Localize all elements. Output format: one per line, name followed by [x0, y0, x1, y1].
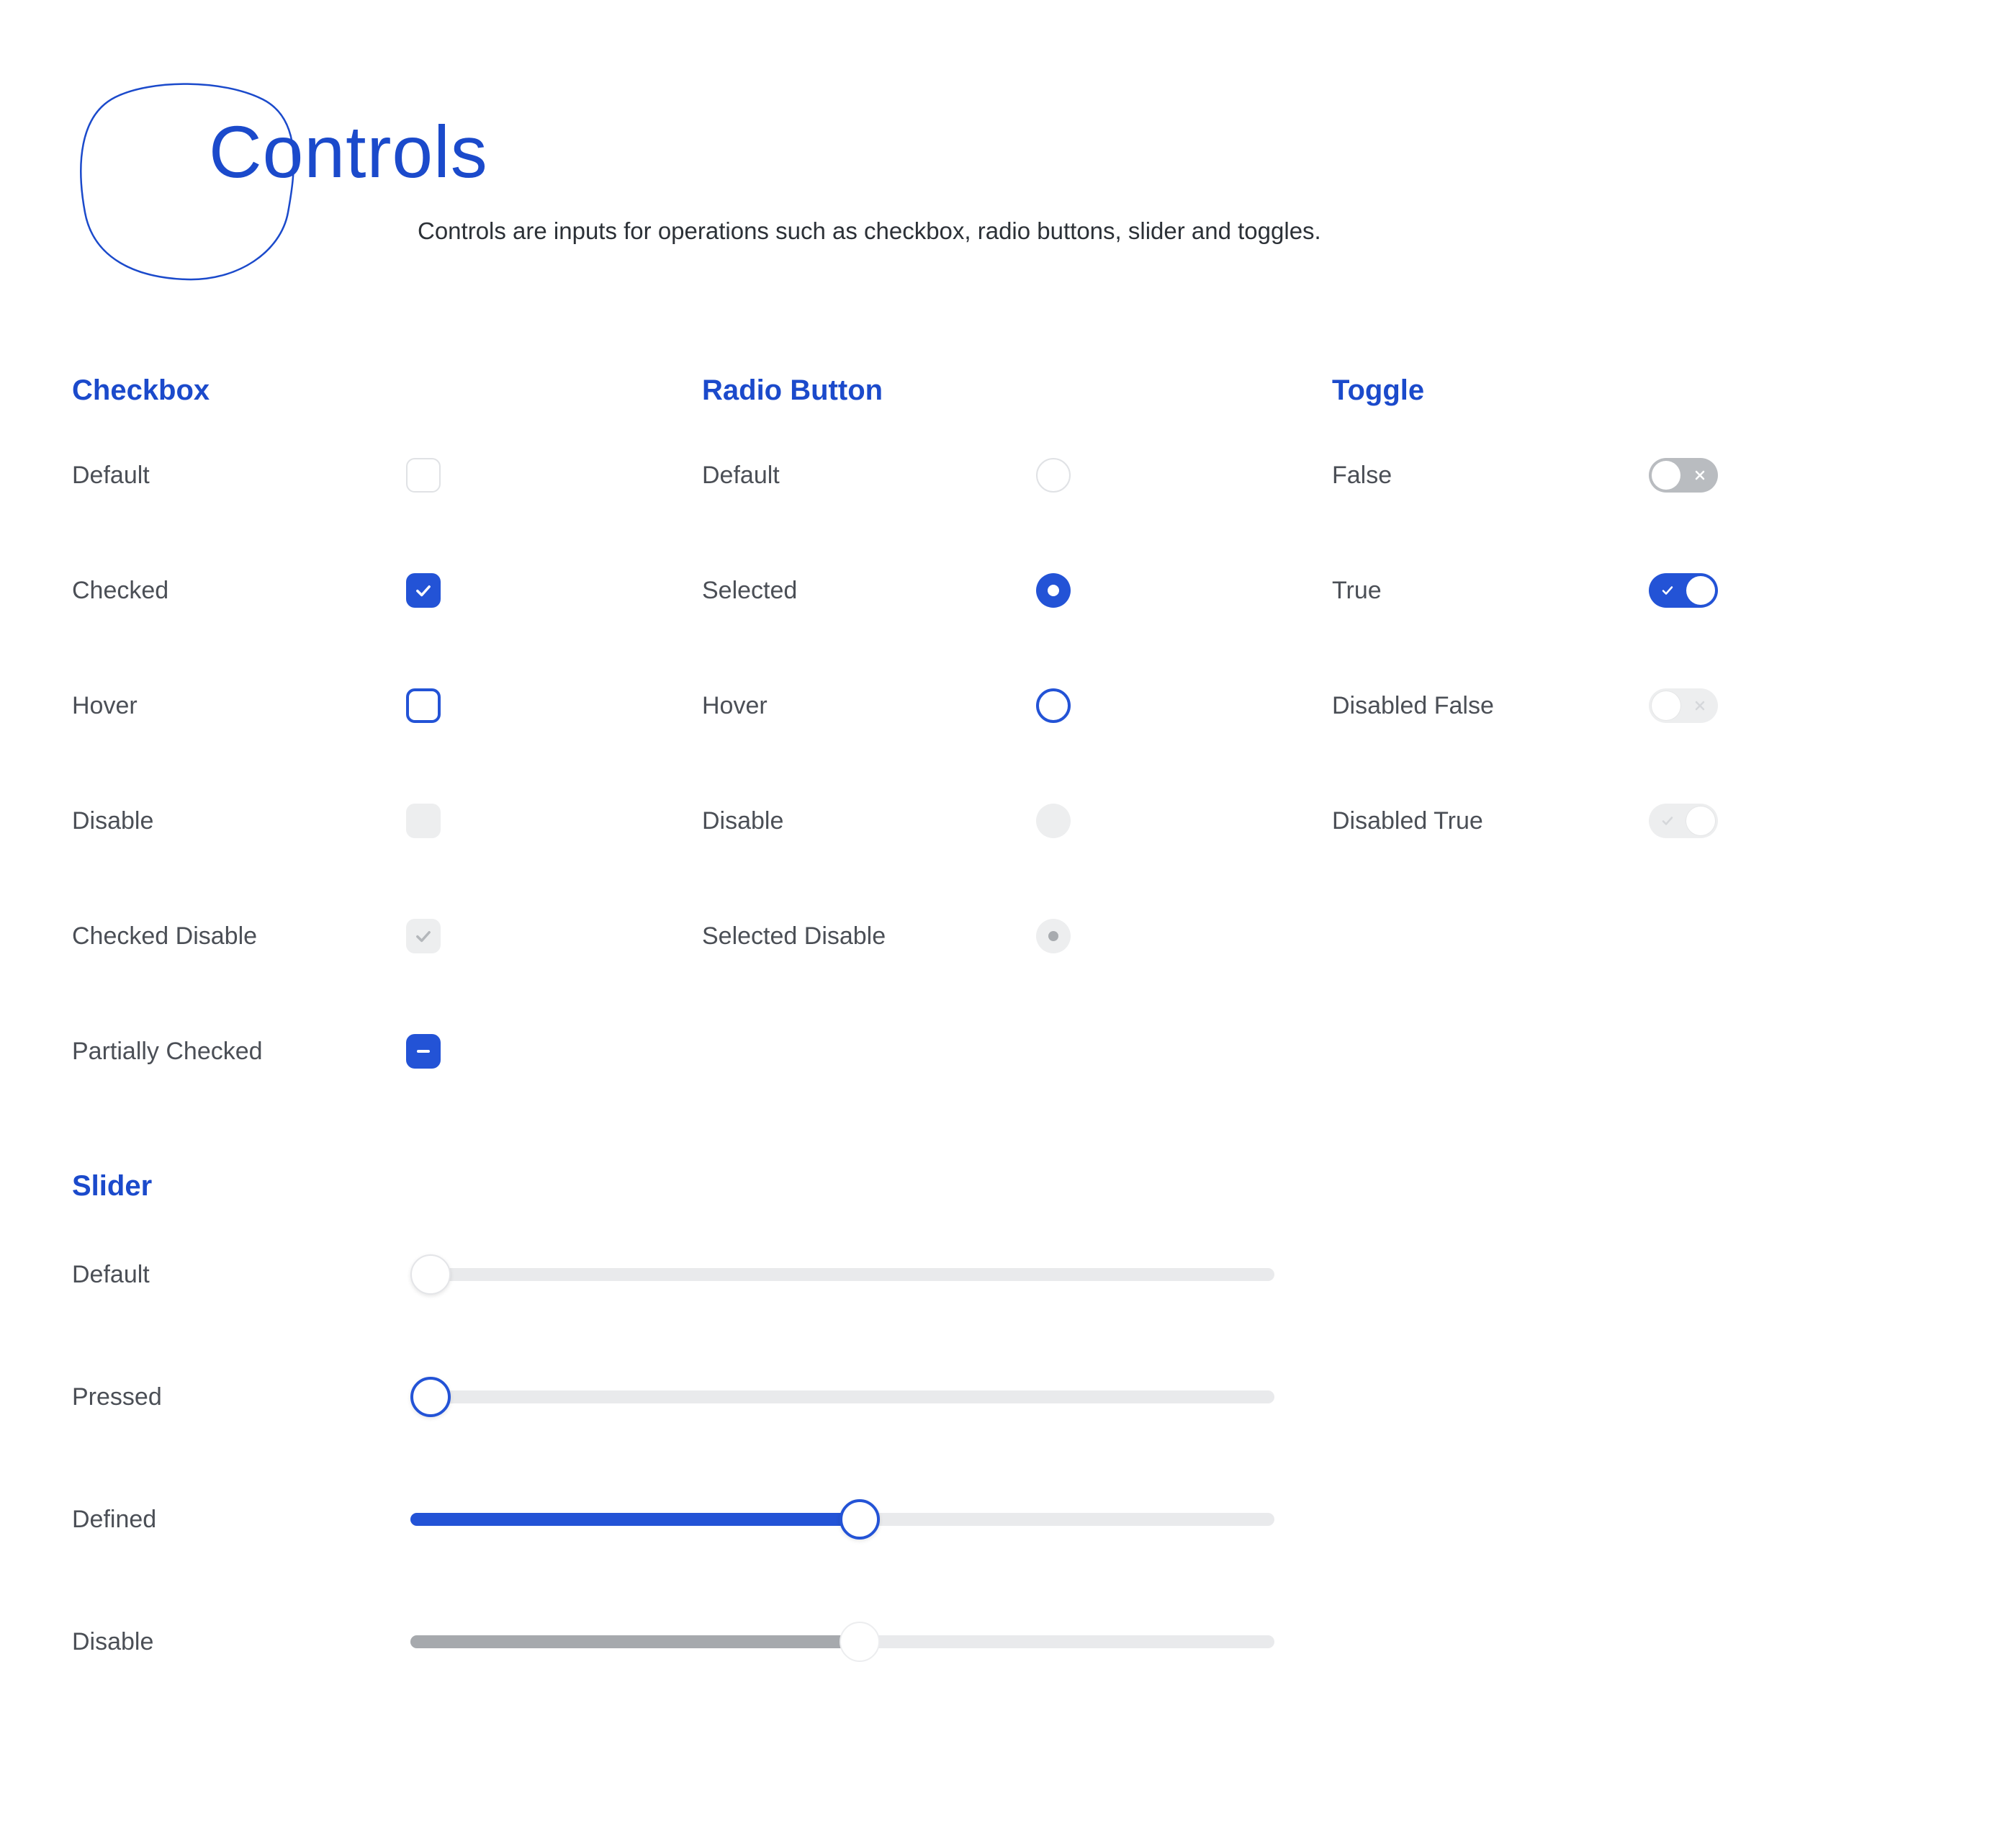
slider-disable-label: Disable [72, 1628, 410, 1656]
radio-hover[interactable] [1036, 688, 1071, 723]
slider-defined[interactable] [410, 1513, 1274, 1526]
radio-selected-disabled [1036, 919, 1071, 953]
checkbox-checked[interactable] [406, 573, 441, 608]
radio-disable-label: Disable [702, 807, 1019, 835]
toggle-disabled-false [1649, 688, 1718, 723]
check-icon [413, 926, 433, 946]
radio-selected-disable-label: Selected Disable [702, 922, 1019, 951]
checkbox-checked-disabled [406, 919, 441, 953]
radio-default-label: Default [702, 462, 1019, 490]
slider-pressed-label: Pressed [72, 1383, 410, 1411]
slider-fill [410, 1635, 860, 1648]
slider-pressed[interactable] [410, 1390, 1274, 1403]
checkbox-checked-label: Checked [72, 577, 389, 605]
checkbox-hover[interactable] [406, 688, 441, 723]
toggle-false[interactable] [1649, 458, 1718, 493]
radio-disabled [1036, 804, 1071, 838]
slider-defined-label: Defined [72, 1506, 410, 1534]
radio-title: Radio Button [702, 374, 1332, 407]
x-icon [1693, 469, 1706, 482]
checkbox-disabled [406, 804, 441, 838]
toggle-false-label: False [1332, 462, 1649, 490]
slider-default[interactable] [410, 1268, 1274, 1281]
slider-fill [410, 1513, 860, 1526]
toggle-knob [1652, 461, 1680, 490]
slider-thumb [840, 1622, 880, 1662]
toggle-disabled-true [1649, 804, 1718, 838]
toggle-true-label: True [1332, 577, 1649, 605]
radio-section: Radio Button Default Selected Hover [702, 374, 1332, 1149]
page-header: Controls Controls are inputs for operati… [72, 72, 1944, 288]
checkbox-partial-label: Partially Checked [72, 1038, 389, 1066]
checkbox-checked-disable-label: Checked Disable [72, 922, 389, 951]
slider-thumb[interactable] [410, 1377, 451, 1417]
minus-icon [415, 1043, 432, 1060]
checkbox-hover-label: Hover [72, 692, 389, 720]
check-icon [1660, 583, 1675, 598]
slider-thumb[interactable] [840, 1499, 880, 1540]
toggle-knob [1686, 806, 1715, 835]
checkbox-partial[interactable] [406, 1034, 441, 1069]
page-title: Controls [209, 115, 1321, 189]
check-icon [413, 580, 433, 601]
checkbox-default[interactable] [406, 458, 441, 493]
page-subtitle: Controls are inputs for operations such … [418, 217, 1321, 245]
toggle-disabled-false-label: Disabled False [1332, 692, 1649, 720]
checkbox-title: Checkbox [72, 374, 702, 407]
toggle-knob [1652, 691, 1680, 720]
toggle-disabled-true-label: Disabled True [1332, 807, 1649, 835]
checkbox-default-label: Default [72, 462, 389, 490]
checkbox-disable-label: Disable [72, 807, 389, 835]
slider-title: Slider [72, 1170, 1944, 1203]
toggle-title: Toggle [1332, 374, 1962, 407]
slider-default-label: Default [72, 1261, 410, 1289]
slider-disabled [410, 1635, 1274, 1648]
slider-thumb[interactable] [410, 1254, 451, 1295]
check-icon [1660, 814, 1675, 828]
radio-default[interactable] [1036, 458, 1071, 493]
slider-section: Slider Default Pressed Defined Disable [72, 1170, 1944, 1663]
checkbox-section: Checkbox Default Checked Hov [72, 374, 702, 1149]
toggle-section: Toggle False True [1332, 374, 1962, 1149]
radio-selected[interactable] [1036, 573, 1071, 608]
radio-hover-label: Hover [702, 692, 1019, 720]
radio-selected-label: Selected [702, 577, 1019, 605]
toggle-true[interactable] [1649, 573, 1718, 608]
x-icon [1693, 699, 1706, 712]
toggle-knob [1686, 576, 1715, 605]
